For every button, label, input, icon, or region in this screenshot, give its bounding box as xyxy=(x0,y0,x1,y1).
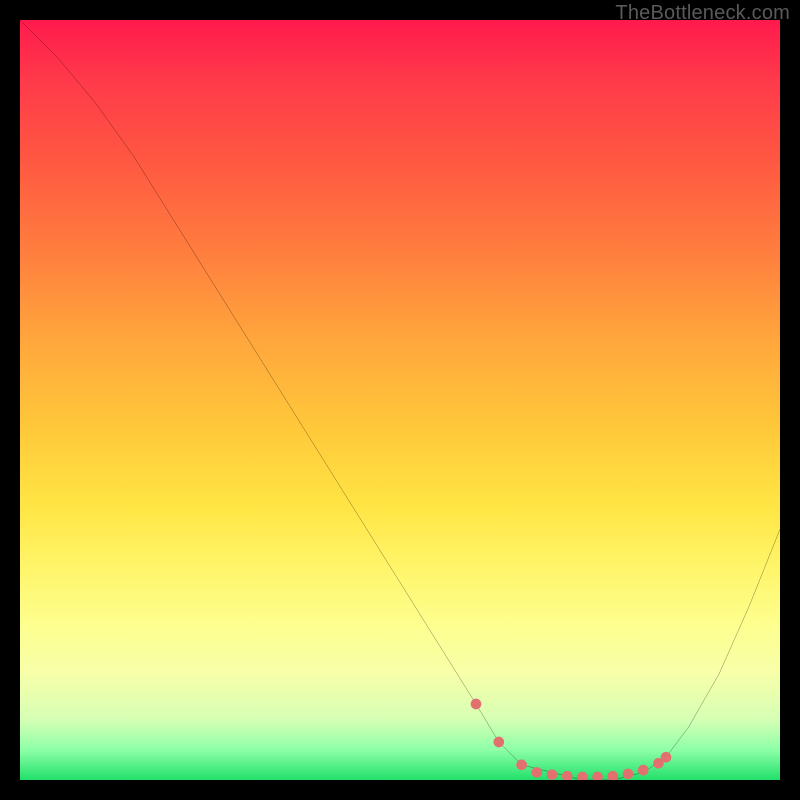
valley-dot xyxy=(493,737,504,748)
watermark-text: TheBottleneck.com xyxy=(615,2,790,25)
plot-area xyxy=(20,20,780,780)
valley-dot xyxy=(577,772,588,780)
valley-markers xyxy=(471,699,672,780)
valley-dot xyxy=(623,769,634,780)
valley-dot xyxy=(592,772,603,780)
chart-svg xyxy=(20,20,780,780)
chart-frame: TheBottleneck.com xyxy=(0,0,800,800)
valley-dot xyxy=(531,767,542,778)
valley-dot xyxy=(562,771,573,780)
valley-dot xyxy=(471,699,482,710)
valley-dot xyxy=(516,759,527,770)
valley-dot xyxy=(638,765,649,776)
valley-dot xyxy=(607,771,618,780)
valley-dot xyxy=(547,769,558,780)
bottleneck-curve xyxy=(20,20,780,780)
valley-dot xyxy=(661,752,672,763)
